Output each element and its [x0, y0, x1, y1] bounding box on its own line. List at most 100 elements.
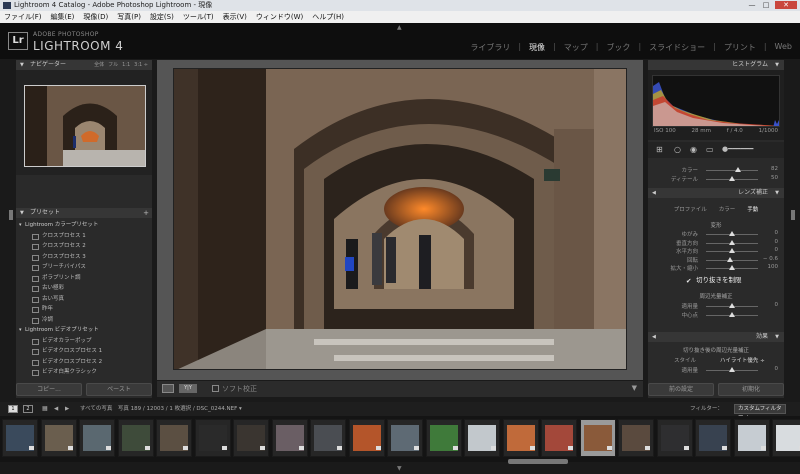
slider-row[interactable]: 拡大・縮小 100 [648, 264, 784, 272]
module-library[interactable]: ライブラリ [470, 42, 510, 53]
filmstrip-thumbnail[interactable] [772, 419, 800, 457]
forward-arrow-icon[interactable]: ▶ [65, 405, 69, 413]
tab-manual[interactable]: 手動 [747, 205, 758, 215]
preset-item[interactable]: クロスプロセス 3 [16, 252, 152, 263]
slider-knob[interactable] [729, 176, 735, 181]
filmstrip-scrollbar[interactable] [508, 459, 568, 464]
preset-item[interactable]: ブリーチバイパス [16, 262, 152, 273]
zoom-fill[interactable]: フル [108, 60, 118, 70]
presets-header[interactable]: ▼ プリセット + [16, 208, 152, 218]
preset-item[interactable]: 昨年 [16, 304, 152, 315]
module-develop[interactable]: 現像 [529, 42, 545, 53]
histogram[interactable]: ISO 100 28 mm f / 4.0 1/1000 [648, 70, 784, 140]
slider-knob[interactable] [729, 239, 735, 245]
filmstrip-thumbnail[interactable] [464, 419, 500, 457]
slider-row[interactable]: 回転 − 0.6 [648, 256, 784, 264]
filmstrip-collapse-icon[interactable]: ▼ [397, 465, 402, 472]
navigator-header[interactable]: ▼ ナビゲーター 全体 フル 1:1 3:1 ÷ [16, 60, 152, 70]
zoom-1to1[interactable]: 1:1 [122, 60, 130, 70]
filmstrip-thumbnail[interactable] [40, 419, 77, 457]
slider-row[interactable]: ディテール 50 [648, 175, 784, 183]
filmstrip-thumbnail[interactable] [117, 419, 154, 457]
filmstrip-thumbnail[interactable] [387, 419, 423, 457]
filmstrip-thumbnail[interactable] [733, 419, 770, 457]
filmstrip-thumbnail[interactable] [194, 419, 231, 457]
menu-tools[interactable]: ツール(T) [183, 11, 214, 23]
zoom-fit[interactable]: 全体 [94, 60, 104, 70]
menu-help[interactable]: ヘルプ(H) [312, 11, 344, 23]
secondary-window-button[interactable]: 2 [23, 405, 33, 413]
lens-corrections-header[interactable]: ◀ レンズ補正 ▼ [648, 188, 784, 198]
filmstrip-source-path[interactable]: すべての写真 写真 189 / 12003 / 1 枚選択 / DSC_0244… [80, 405, 242, 413]
effects-header[interactable]: ◀ 効果 ▼ [648, 332, 784, 342]
minimize-button[interactable]: — [747, 1, 757, 9]
graduated-filter-icon[interactable]: ▭ [706, 145, 714, 154]
preset-item[interactable]: 冷調 [16, 315, 152, 326]
slider-row[interactable]: 中心点 [648, 311, 784, 319]
toolbar-menu-icon[interactable]: ▼ [632, 384, 637, 392]
module-web[interactable]: Web [775, 42, 792, 53]
menu-edit[interactable]: 編集(E) [51, 11, 75, 23]
filmstrip-thumbnail[interactable] [233, 419, 269, 457]
menu-settings[interactable]: 設定(S) [150, 11, 174, 23]
preset-item[interactable]: 古い極彩 [16, 283, 152, 294]
maximize-button[interactable]: □ [761, 1, 771, 9]
filmstrip-thumbnail[interactable] [79, 419, 115, 457]
filmstrip-thumbnail[interactable] [502, 419, 539, 457]
red-eye-icon[interactable]: ◉ [690, 145, 697, 154]
preset-item[interactable]: ポラプリント調 [16, 273, 152, 284]
module-book[interactable]: ブック [606, 42, 630, 53]
module-print[interactable]: プリント [724, 42, 756, 53]
preset-item[interactable]: 古い写真 [16, 294, 152, 305]
copy-button[interactable]: コピー... [16, 383, 82, 396]
slider-knob[interactable] [729, 303, 735, 308]
menu-file[interactable]: ファイル(F) [4, 11, 42, 23]
add-preset-icon[interactable]: + [143, 208, 149, 218]
filmstrip-thumbnail[interactable] [156, 419, 192, 457]
menu-window[interactable]: ウィンドウ(W) [256, 11, 303, 23]
grid-view-icon[interactable]: ▦ [42, 405, 48, 413]
slider-row[interactable]: 水平方向 0 [648, 247, 784, 255]
filmstrip-thumbnail[interactable] [541, 419, 577, 457]
filmstrip-thumbnail[interactable] [695, 419, 731, 457]
preset-item[interactable]: ビデオクロスプロセス 2 [16, 357, 152, 368]
filmstrip-thumbnail[interactable] [618, 419, 654, 457]
before-after-button[interactable]: Y|Y [179, 384, 197, 393]
right-panel-scrollbar[interactable] [786, 60, 790, 398]
slider-row[interactable]: 垂直方向 0 [648, 239, 784, 247]
back-arrow-icon[interactable]: ◀ [54, 405, 58, 413]
filmstrip-thumbnail[interactable] [579, 419, 616, 457]
slider-knob[interactable] [729, 367, 735, 372]
previous-settings-button[interactable]: 前の設定 [648, 383, 714, 396]
menu-view[interactable]: 表示(V) [223, 11, 247, 23]
module-slideshow[interactable]: スライドショー [649, 42, 705, 53]
preset-item[interactable]: ビデオ白黒クラシック [16, 367, 152, 378]
preset-item[interactable]: ビデオカラーポップ [16, 336, 152, 347]
slider-row[interactable]: 適用量 0 [648, 302, 784, 310]
filmstrip-thumbnail[interactable] [425, 419, 462, 457]
filmstrip-thumbnail[interactable] [271, 419, 308, 457]
slider-knob[interactable] [729, 265, 735, 270]
close-button[interactable]: ✕ [775, 1, 797, 9]
preset-folder[interactable]: Lightroom カラープリセット [16, 220, 152, 231]
reset-button[interactable]: 初期化 [718, 383, 784, 396]
crop-tool-icon[interactable]: ⊞ [656, 145, 663, 154]
preset-item[interactable]: クロスプロセス 1 [16, 231, 152, 242]
module-map[interactable]: マップ [564, 42, 588, 53]
preset-item[interactable]: ビデオクロスプロセス 1 [16, 346, 152, 357]
preset-folder[interactable]: Lightroom ビデオプリセット [16, 325, 152, 336]
loupe-view-icon[interactable] [162, 384, 174, 393]
top-panel-collapse-icon[interactable]: ▲ [397, 24, 402, 31]
constrain-crop-checkbox[interactable]: ✔ 切り抜きを制限 [686, 274, 742, 285]
slider-row[interactable]: ゆがみ 0 [648, 230, 784, 238]
spot-removal-icon[interactable]: ○ [674, 145, 681, 154]
menu-photo[interactable]: 写真(P) [117, 11, 141, 23]
filmstrip-thumbnail[interactable] [348, 419, 385, 457]
preset-item[interactable]: クロスプロセス 2 [16, 241, 152, 252]
filter-dropdown[interactable]: カスタムフィルター ÷ [734, 404, 786, 420]
slider-row[interactable]: カラー 82 [648, 166, 784, 174]
adjustment-brush-icon[interactable]: ●━━━━━━ [722, 145, 753, 153]
slider-knob[interactable] [729, 248, 735, 253]
effects-amount-slider[interactable]: 適用量 0 [648, 366, 784, 374]
tab-color[interactable]: カラー [719, 205, 736, 215]
